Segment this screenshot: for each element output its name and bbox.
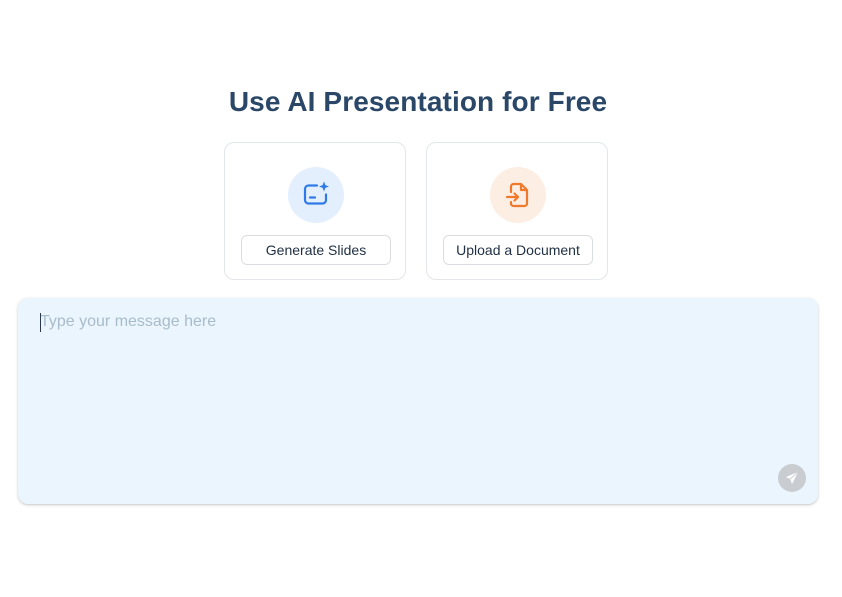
upload-document-icon-circle <box>490 167 546 223</box>
slides-sparkle-icon <box>303 181 329 205</box>
page-title: Use AI Presentation for Free <box>228 86 608 117</box>
file-import-icon <box>505 182 529 208</box>
generate-slides-icon-circle <box>288 167 344 223</box>
send-button[interactable] <box>778 464 806 492</box>
upload-document-button[interactable]: Upload a Document <box>443 235 593 265</box>
message-input[interactable] <box>40 310 780 460</box>
message-composer <box>18 298 818 504</box>
paper-plane-icon <box>785 471 799 485</box>
upload-document-card[interactable]: Upload a Document <box>426 142 608 280</box>
generate-slides-card[interactable]: Generate Slides <box>224 142 406 280</box>
page: Use AI Presentation for Free Generate Sl… <box>0 0 842 597</box>
option-cards: Generate Slides Upload a Document <box>224 142 608 280</box>
generate-slides-button[interactable]: Generate Slides <box>241 235 391 265</box>
text-caret <box>40 313 41 332</box>
